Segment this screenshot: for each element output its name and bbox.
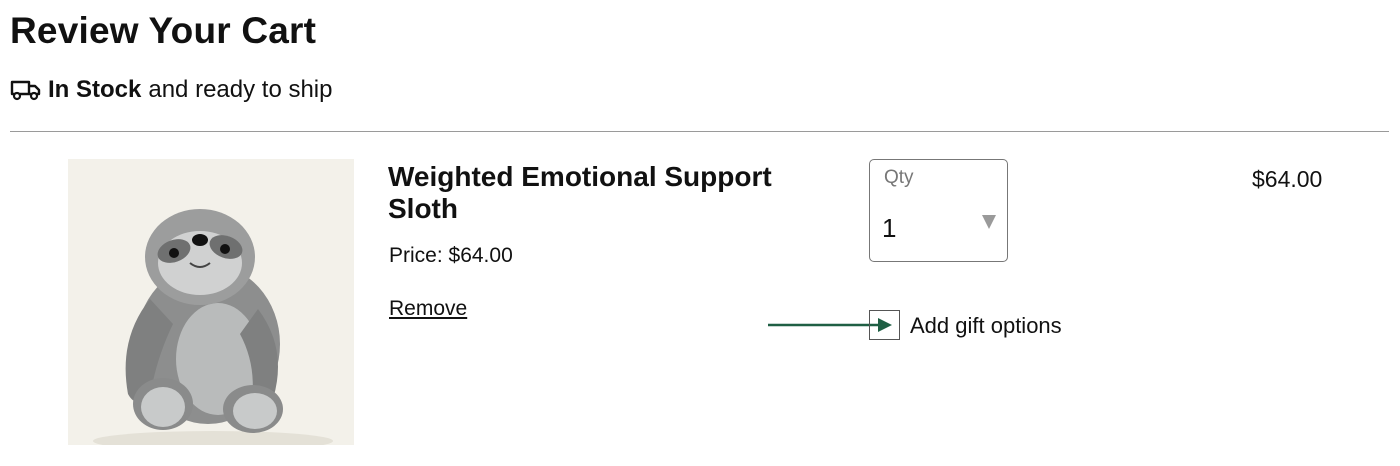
gift-options-label[interactable]: Add gift options	[910, 311, 1062, 341]
truck-icon	[10, 79, 42, 101]
quantity-select[interactable]: Qty 1	[869, 159, 1008, 262]
product-name[interactable]: Weighted Emotional Support Sloth	[388, 161, 808, 225]
sloth-illustration	[68, 159, 354, 451]
gift-options-toggle[interactable]	[869, 310, 900, 340]
page-title: Review Your Cart	[10, 10, 317, 51]
line-total: $64.00	[1252, 166, 1323, 192]
section-divider	[10, 131, 1389, 132]
stock-status-suffix: and ready to ship	[148, 76, 333, 103]
stock-status-label: In Stock	[48, 76, 142, 103]
remove-link[interactable]: Remove	[389, 294, 467, 324]
quantity-value: 1	[882, 213, 897, 243]
product-image[interactable]	[68, 159, 354, 451]
chevron-down-icon	[982, 215, 996, 229]
cart-page: Review Your Cart In Stock and ready to s…	[0, 0, 1400, 466]
unit-price: Price: $64.00	[389, 244, 513, 267]
stock-status: In Stock and ready to ship	[10, 74, 332, 106]
quantity-label: Qty	[884, 167, 914, 188]
